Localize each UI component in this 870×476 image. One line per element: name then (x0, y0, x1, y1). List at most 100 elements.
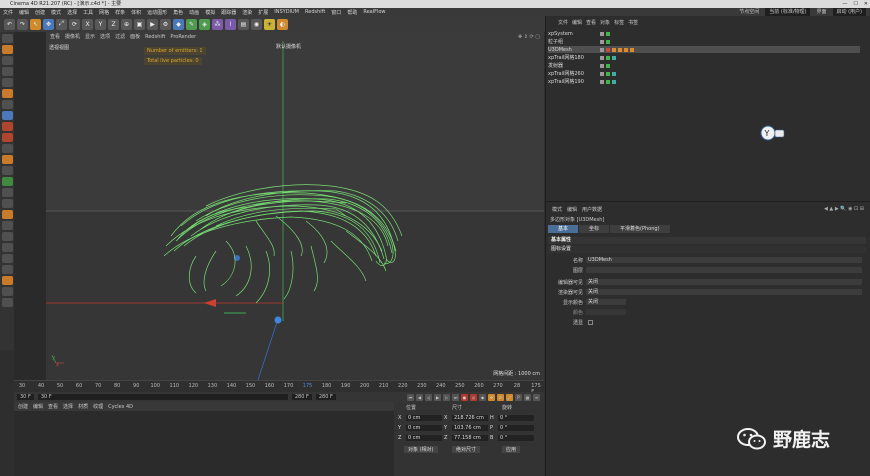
coord-mode-select[interactable]: 对象 (相对) (404, 446, 438, 453)
scale-icon[interactable]: ⤢ (56, 18, 67, 30)
tag-orange-icon[interactable] (624, 47, 628, 52)
perspective-viewport[interactable]: y x 透视视图 默认摄像机 Number of emitters: 1 Tot… (46, 41, 544, 380)
make-editable-icon[interactable] (1, 34, 13, 43)
material-menu-item[interactable]: 纹理 (93, 403, 103, 410)
viewport-nav-icons[interactable]: ✥ ⇕ ⟳ ▢ (518, 34, 540, 40)
material-menu-item[interactable]: 创建 (18, 403, 28, 410)
object-menu-item[interactable]: 对象 (600, 19, 610, 26)
preview-range-bar[interactable]: 30 F (37, 394, 288, 400)
smooth-icon[interactable] (1, 232, 13, 241)
snap-icon[interactable] (1, 122, 13, 131)
keyframe-icon[interactable]: ◆ (479, 393, 486, 401)
attribute-menu-item[interactable]: 模式 (552, 206, 562, 213)
pinch-icon[interactable] (1, 265, 13, 274)
move-icon[interactable]: ✥ (43, 18, 54, 30)
material-menu-item[interactable]: 查看 (48, 403, 58, 410)
position-y-field[interactable]: 0 cm (406, 425, 442, 431)
tag-green-icon[interactable] (606, 63, 610, 68)
tag-teal-icon[interactable] (612, 79, 616, 84)
timeline-menu-icon[interactable]: ≡ (533, 393, 540, 401)
relax-icon[interactable] (1, 298, 13, 307)
tag-green-icon[interactable] (606, 55, 610, 60)
menu-item[interactable]: 帮助 (344, 9, 360, 16)
render-view-icon[interactable]: ▣ (134, 18, 145, 30)
tag-gray-icon[interactable] (600, 39, 604, 44)
rotate-icon[interactable]: ⟳ (69, 18, 80, 30)
material-menu-item[interactable]: 编辑 (33, 403, 43, 410)
pla-key-icon[interactable]: ▦ (524, 393, 531, 401)
light-icon[interactable]: ☀ (264, 18, 275, 30)
y-axis-icon[interactable]: Y (95, 18, 106, 30)
material-menu-item[interactable]: 选择 (63, 403, 73, 410)
menu-item[interactable]: 运动图形 (144, 9, 170, 16)
size-x-field[interactable]: 218.726 cm (452, 415, 488, 421)
texture-axis-icon[interactable] (1, 188, 13, 197)
next-frame-icon[interactable]: ▷ (443, 393, 450, 401)
camera-icon[interactable]: ◉ (251, 18, 262, 30)
menu-item[interactable]: 网格 (96, 9, 112, 16)
menu-item[interactable]: 跟踪器 (218, 9, 239, 16)
tag-green-icon[interactable] (606, 39, 610, 44)
inflate-icon[interactable] (1, 243, 13, 252)
close-icon[interactable]: ✕ (864, 0, 868, 8)
tag-orange-icon[interactable] (630, 47, 634, 52)
render-settings-icon[interactable]: ⚙ (160, 18, 171, 30)
material-menu-item[interactable]: 材质 (78, 403, 88, 410)
section-icon-settings[interactable]: 图标设置 (548, 246, 866, 253)
scale-key-icon[interactable]: ⤢ (506, 393, 513, 401)
enable-axis-icon[interactable] (1, 111, 13, 120)
tag-green-icon[interactable] (606, 31, 610, 36)
subdivide-icon[interactable]: ◈ (199, 18, 210, 30)
menu-item[interactable]: 动画 (186, 9, 202, 16)
workplane-icon[interactable] (1, 133, 13, 142)
grab-icon[interactable] (1, 221, 13, 230)
viewport-menu-item[interactable]: 查看 (50, 33, 60, 40)
tag-gray-icon[interactable] (600, 79, 604, 84)
layout-select[interactable]: 启动 (用户) (832, 8, 866, 16)
menu-item[interactable]: 渲染 (239, 9, 255, 16)
tab-basic[interactable]: 基本 (548, 225, 579, 233)
tag-gray-icon[interactable] (600, 31, 604, 36)
mask-icon[interactable] (1, 276, 13, 285)
viewport-menu-item[interactable]: Redshift (145, 34, 165, 40)
object-menu-item[interactable]: 查看 (586, 19, 596, 26)
viewport-menu-item[interactable]: 选项 (100, 33, 110, 40)
menu-item[interactable]: Redshift (302, 9, 328, 15)
rotation-b-field[interactable]: 0 ° (498, 435, 534, 441)
end-frame-field[interactable]: 280 F (315, 394, 336, 400)
model-mode-icon[interactable] (1, 45, 13, 54)
menu-item[interactable]: 模式 (48, 9, 64, 16)
camera-label[interactable]: 默认摄像机 (276, 43, 301, 50)
object-row[interactable]: xpTrail网格180 (548, 54, 860, 61)
menu-item[interactable]: 样条 (112, 9, 128, 16)
object-menu-item[interactable]: 编辑 (572, 19, 582, 26)
tag-teal-icon[interactable] (612, 71, 616, 76)
menu-item[interactable]: 扩展 (255, 9, 271, 16)
points-mode-icon[interactable] (1, 67, 13, 76)
live-select-icon[interactable]: ↖ (30, 18, 41, 30)
object-menu-item[interactable]: 书签 (628, 19, 638, 26)
menu-item[interactable]: 工具 (80, 9, 96, 16)
attribute-menu-item[interactable]: 编辑 (567, 206, 577, 213)
rotation-p-field[interactable]: 0 ° (498, 425, 534, 431)
tab-coord[interactable]: 坐标 (579, 225, 610, 233)
tag-gray-icon[interactable] (600, 55, 604, 60)
tag-orange-icon[interactable] (618, 47, 622, 52)
tag-gray-icon[interactable] (600, 47, 604, 52)
object-row[interactable]: 粒子组 (548, 38, 860, 45)
polygons-mode-icon[interactable] (1, 89, 13, 98)
preview-end-field[interactable]: 280 F (291, 394, 312, 400)
object-row[interactable]: 发射器 (548, 62, 860, 69)
minimize-icon[interactable]: — (842, 0, 847, 8)
param-key-icon[interactable]: P (515, 393, 522, 401)
viewport-menu-item[interactable]: 面板 (130, 33, 140, 40)
attribute-menu-item[interactable]: 用户数据 (582, 206, 602, 213)
erase-icon[interactable] (1, 287, 13, 296)
rotation-h-field[interactable]: 0 ° (498, 415, 534, 421)
editor-visible-select[interactable]: 关闭 (586, 279, 862, 285)
menu-item[interactable]: 编辑 (16, 9, 32, 16)
axis-mode-icon[interactable] (1, 100, 13, 109)
viewport-solo-icon[interactable] (1, 166, 13, 175)
solo-icon[interactable] (1, 144, 13, 153)
menu-item[interactable]: INSYDIUM (271, 9, 302, 15)
